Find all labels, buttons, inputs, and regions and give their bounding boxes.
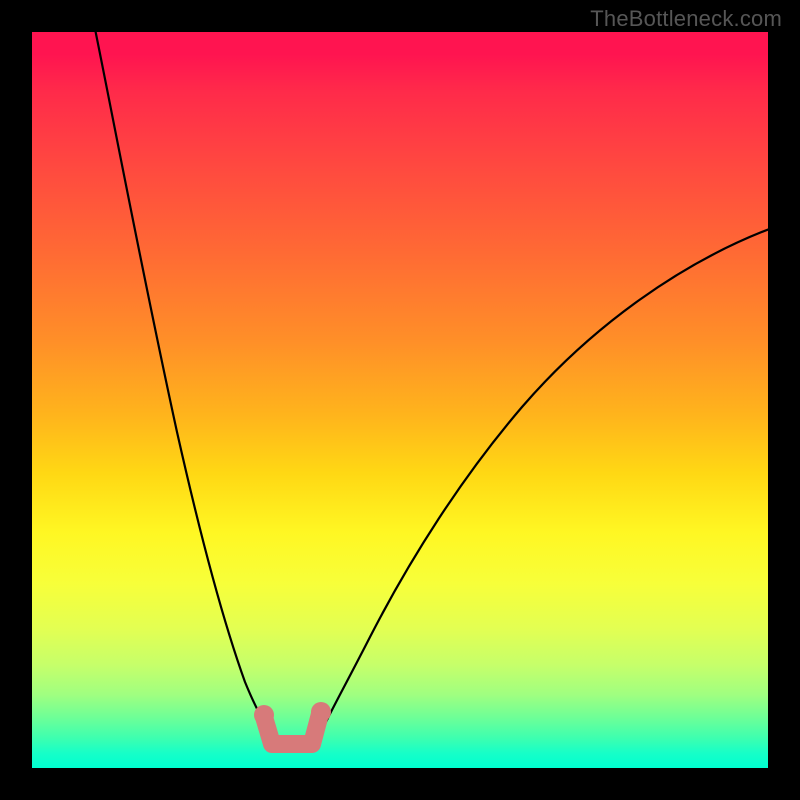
marker-endpoint-left — [254, 705, 274, 725]
plot-area — [32, 32, 768, 768]
marker-endpoint-right — [311, 702, 331, 722]
watermark-text: TheBottleneck.com — [590, 6, 782, 32]
right-branch-curve — [325, 228, 768, 724]
left-branch-curve — [94, 32, 268, 727]
chart-frame: TheBottleneck.com — [0, 0, 800, 800]
curve-svg — [32, 32, 768, 768]
